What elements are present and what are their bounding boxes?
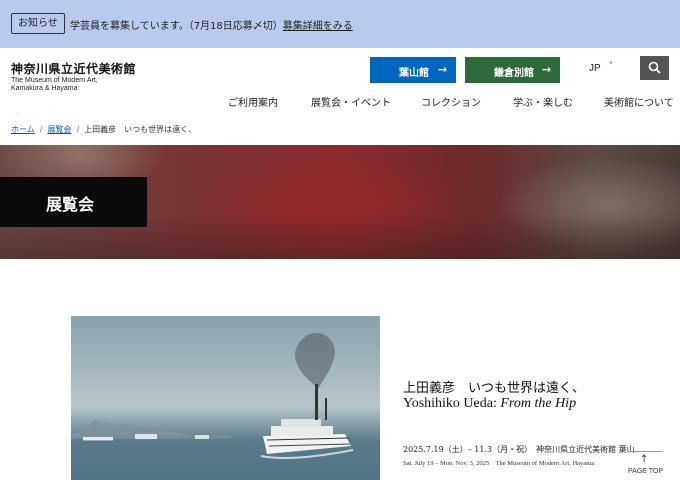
breadcrumb-exhibitions[interactable]: 展覧会 — [47, 125, 71, 134]
exhibition-title-en[interactable]: Yoshihiko Ueda: From the Hip — [403, 396, 576, 412]
exhibition-title-en-name: Yoshihiko Ueda: — [403, 396, 501, 411]
hayama-button-label: 葉山館 — [399, 68, 429, 79]
breadcrumb: ホーム / 展覧会 / 上田義彦 いつも世界は遠く、 — [11, 124, 196, 135]
breadcrumb-separator: / — [76, 125, 80, 134]
search-button[interactable] — [640, 56, 669, 80]
exhibition-image[interactable] — [71, 316, 380, 480]
chevron-down-icon: ˅ — [609, 61, 613, 70]
site-logo-en-line2: Kamakura & Hayama — [11, 85, 78, 92]
exhibition-title-jp[interactable]: 上田義彦 いつも世界は遠く、 — [403, 377, 585, 396]
nav-guide[interactable]: ご利用案内 — [228, 94, 278, 109]
kamakura-annex-button[interactable]: 鎌倉別館 → — [465, 57, 560, 83]
page-title: 展覧会 — [46, 195, 95, 214]
arrow-up-icon: ↑ — [640, 454, 649, 465]
nav-learn-enjoy[interactable]: 学ぶ・楽しむ — [513, 94, 573, 109]
notice-bar: お知らせ 学芸員を募集しています。（7月18日応募〆切）募集詳細をみる — [0, 0, 680, 48]
notice-badge: お知らせ — [11, 13, 65, 34]
search-icon — [648, 61, 661, 74]
hero-title-box: 展覧会 — [0, 177, 147, 227]
nav-exhibitions-events[interactable]: 展覧会・イベント — [311, 94, 391, 109]
language-selector[interactable]: JP — [589, 63, 601, 74]
arrow-right-icon: → — [438, 63, 448, 76]
exhibition-date-en: Sat. July 19 – Mon. Nov. 3, 2025 The Mus… — [403, 460, 595, 467]
hayama-button[interactable]: 葉山館 → — [370, 57, 456, 83]
site-logo-en-line1: The Museum of Modern Art, — [11, 77, 98, 84]
notice-message: 学芸員を募集しています。（7月18日応募〆切）募集詳細をみる — [70, 17, 353, 32]
exhibition-title-en-subtitle: From the Hip — [500, 396, 577, 411]
breadcrumb-current: 上田義彦 いつも世界は遠く、 — [84, 125, 197, 134]
exhibition-date-jp: 2025.7.19（土）– 11.3（月・祝） 神奈川県立近代美術館 葉山 — [403, 445, 635, 454]
nav-collection[interactable]: コレクション — [421, 94, 481, 109]
notice-text: 学芸員を募集しています。（7月18日応募〆切） — [70, 21, 283, 32]
kamakura-button-label: 鎌倉別館 — [494, 68, 534, 79]
notice-detail-link[interactable]: 募集詳細をみる — [283, 21, 353, 32]
hero-banner: 展覧会 — [0, 145, 680, 259]
site-logo[interactable]: 神奈川県立近代美術館 — [11, 60, 136, 77]
page-top-label: PAGE TOP — [628, 468, 664, 475]
breadcrumb-home[interactable]: ホーム — [11, 125, 35, 134]
ferry-photo — [71, 332, 380, 480]
breadcrumb-separator: / — [39, 125, 43, 134]
page-top-divider — [628, 451, 662, 452]
arrow-right-icon: → — [542, 63, 552, 76]
nav-about[interactable]: 美術館について — [604, 94, 674, 109]
